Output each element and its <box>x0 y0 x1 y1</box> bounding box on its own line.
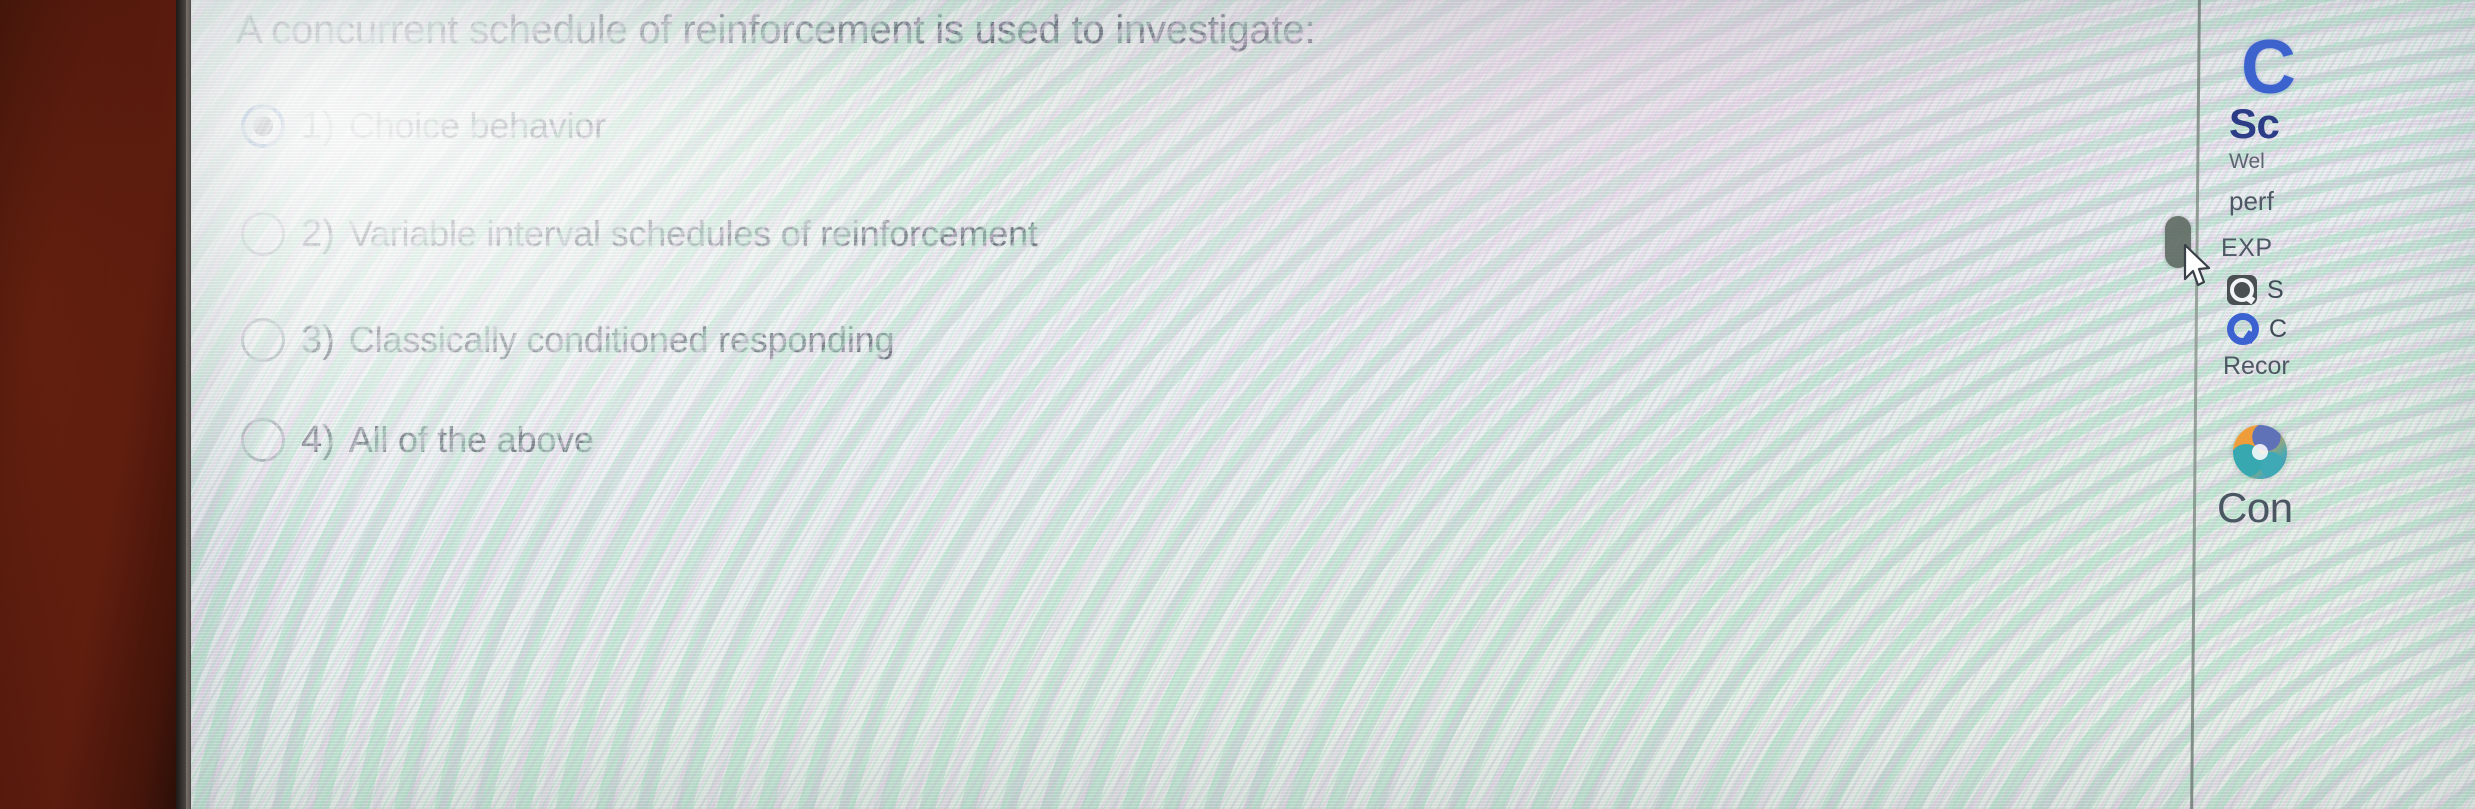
monitor-screen: A concurrent schedule of reinforcement i… <box>191 0 2475 809</box>
quiz-content: A concurrent schedule of reinforcement i… <box>191 0 2181 809</box>
panel-bottom-label: Con <box>2217 484 2293 531</box>
radio-button-4[interactable] <box>241 418 285 462</box>
question-text: A concurrent schedule of reinforcement i… <box>236 8 1316 52</box>
option-label-4: All of the above <box>348 419 594 460</box>
option-label-2: Variable interval schedules of reinforce… <box>348 213 1038 254</box>
radio-button-3[interactable] <box>241 318 285 362</box>
side-panel: C Sc Wel perf EXP S C Recor Con <box>2207 0 2475 809</box>
radio-button-1[interactable] <box>241 104 285 148</box>
panel-row-2-label: C <box>2269 314 2288 343</box>
option-number-4: 4) <box>301 418 335 461</box>
option-number-3: 3) <box>301 318 335 361</box>
panel-divider <box>2190 0 2201 809</box>
photo-of-monitor: A concurrent schedule of reinforcement i… <box>0 0 2475 809</box>
option-label-1: Choice behavior <box>348 105 606 146</box>
option-label-3: Classically conditioned responding <box>348 319 895 360</box>
option-number-1: 1) <box>301 104 335 147</box>
globe-puzzle-icon[interactable] <box>2233 425 2287 479</box>
panel-exp-label: EXP <box>2221 234 2273 262</box>
radio-button-2[interactable] <box>241 212 285 256</box>
option-row-4[interactable]: 4) All of the above <box>241 418 594 462</box>
option-row-3[interactable]: 3) Classically conditioned responding <box>241 318 895 362</box>
panel-record-label: Recor <box>2223 352 2290 380</box>
panel-line-2: perf <box>2229 186 2274 216</box>
quizlet-blue-icon <box>2227 313 2259 345</box>
option-number-2: 2) <box>301 212 335 255</box>
panel-row-1-label: S <box>2267 275 2284 304</box>
background-wall <box>0 0 176 809</box>
panel-title: Sc <box>2229 100 2280 147</box>
panel-row-2[interactable]: C <box>2227 313 2287 345</box>
option-row-1[interactable]: 1) Choice behavior <box>241 104 606 148</box>
quizlet-dark-icon <box>2227 275 2257 305</box>
option-row-2[interactable]: 2) Variable interval schedules of reinfo… <box>241 212 1038 256</box>
panel-row-1[interactable]: S <box>2227 275 2284 305</box>
brand-logo-icon: C <box>2241 25 2296 110</box>
panel-subtitle: Wel <box>2229 150 2265 173</box>
